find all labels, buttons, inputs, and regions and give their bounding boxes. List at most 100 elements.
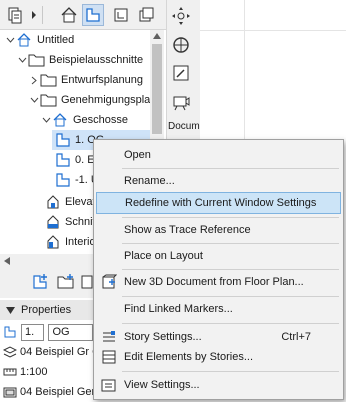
menu-item-shortcut: Ctrl+7 — [281, 331, 311, 343]
folder-icon — [28, 52, 46, 68]
menu-item-view-settings[interactable]: View Settings... — [96, 374, 341, 396]
sphere-icon — [173, 37, 189, 53]
layout-book-icon — [114, 8, 128, 22]
floor-plan-icon — [54, 132, 72, 148]
menu-item-open[interactable]: Open — [96, 144, 341, 166]
tree-item-label: Schnit — [65, 216, 96, 228]
view-map-icon — [86, 8, 100, 22]
interior-elevation-icon — [44, 234, 62, 250]
canvas-area — [200, 0, 346, 140]
tree-item-geschosse[interactable]: Geschosse — [40, 110, 128, 130]
new-3d-document-icon — [101, 274, 117, 290]
publisher-sets-icon — [139, 7, 154, 22]
menu-item-rename[interactable]: Rename... — [96, 170, 341, 192]
tree-item-genehmigungsplanung[interactable]: Genehmigungsplan — [28, 90, 150, 110]
model-view-value: 04 Beispiel Gene — [20, 386, 93, 398]
menu-item-label: Find Linked Markers... — [124, 303, 233, 315]
tree-item-interior[interactable]: Interio — [40, 232, 96, 252]
menu-item-edit-elements-by-stories[interactable]: Edit Elements by Stories... — [96, 346, 341, 368]
tree-item-label: Geschosse — [73, 114, 129, 126]
scale-icon — [3, 365, 17, 379]
scale-row[interactable]: 1:100 — [0, 362, 93, 382]
object-tool-button[interactable] — [168, 32, 194, 58]
story-name-field[interactable]: OG — [48, 323, 93, 341]
story-number-value: 1. — [25, 326, 35, 338]
tree-item-root[interactable]: Untitled — [4, 30, 74, 50]
tree-item-sections[interactable]: Schnit — [40, 212, 96, 232]
house-icon — [61, 7, 77, 23]
expand-toggle-icon[interactable] — [28, 96, 40, 105]
menu-item-story-settings[interactable]: Story Settings... Ctrl+7 — [96, 326, 341, 348]
menu-separator — [122, 323, 339, 324]
story-number-field[interactable]: 1. — [21, 323, 45, 341]
tree-item-elevations[interactable]: Elevat — [40, 192, 96, 212]
model-view-row[interactable]: 04 Beispiel Gene — [0, 382, 93, 402]
menu-item-label: Edit Elements by Stories... — [124, 351, 253, 363]
tree-item-entwurfsplanung[interactable]: Entwurfsplanung — [28, 70, 143, 90]
expand-toggle-icon[interactable] — [4, 36, 16, 45]
pencil-icon — [173, 65, 189, 81]
new-folder-icon — [57, 274, 74, 289]
camera-icon — [173, 96, 190, 111]
properties-header[interactable]: Properties — [0, 300, 93, 320]
folder-icon — [40, 92, 58, 108]
collapse-triangle-icon[interactable] — [6, 306, 15, 314]
collapsed-toggle-icon[interactable] — [28, 76, 40, 85]
expand-toggle-icon[interactable] — [16, 56, 28, 65]
menu-item-label: Rename... — [124, 175, 175, 187]
section-icon — [44, 214, 62, 230]
menu-item-label: Redefine with Current Window Settings — [125, 197, 317, 209]
view-tools-button[interactable] — [80, 272, 94, 292]
menu-item-find-linked-markers[interactable]: Find Linked Markers... — [96, 298, 341, 320]
scroll-left-arrow-icon[interactable] — [4, 257, 10, 265]
new-folder-button[interactable] — [56, 272, 76, 292]
tree-item-label: Untitled — [37, 34, 75, 46]
layout-book-button[interactable] — [110, 4, 132, 26]
expand-toggle-icon[interactable] — [40, 116, 52, 125]
document-tab[interactable]: Docum — [166, 116, 200, 136]
new-view-button[interactable] — [30, 272, 50, 292]
menu-separator — [122, 371, 339, 372]
tree-item-story-minus1ug[interactable]: -1. U — [52, 170, 99, 190]
tree-item-label: Elevat — [65, 196, 96, 208]
tree-item-label: Genehmigungsplan — [61, 94, 150, 106]
navigator-menu-button[interactable] — [4, 4, 26, 26]
menu-item-label: View Settings... — [124, 379, 200, 391]
floor-plan-icon — [54, 172, 72, 188]
document-tab-label: Docum — [168, 120, 200, 132]
tree-item-story-0eg[interactable]: 0. E — [52, 150, 95, 170]
model-view-icon — [3, 385, 17, 399]
view-map-button[interactable] — [82, 4, 104, 26]
scrollbar-thumb[interactable] — [152, 44, 162, 134]
elevation-icon — [44, 194, 62, 210]
project-map-button[interactable] — [58, 4, 80, 26]
menu-separator — [122, 168, 339, 169]
publisher-sets-button[interactable] — [136, 4, 158, 26]
layer-combination-value: 04 Beispiel Gr G — [20, 346, 93, 358]
menu-item-trace-reference[interactable]: Show as Trace Reference — [96, 219, 341, 241]
navigator-menu-icon — [8, 7, 22, 24]
move-arrows-icon — [172, 7, 190, 25]
view-tools-icon — [81, 275, 93, 289]
camera-tool-button[interactable] — [168, 88, 194, 114]
scroll-up-arrow-icon[interactable] — [153, 33, 161, 39]
toolbar-chevron-icon[interactable] — [30, 10, 38, 20]
scale-value: 1:100 — [20, 366, 48, 378]
menu-item-place-on-layout[interactable]: Place on Layout — [96, 245, 341, 267]
grid-line — [200, 30, 346, 31]
menu-item-new-3d-document[interactable]: New 3D Document from Floor Plan... — [96, 271, 341, 293]
menu-separator — [122, 217, 339, 218]
navigate-tool-button[interactable] — [168, 3, 194, 29]
grid-line — [244, 0, 245, 140]
tree-item-beispielausschnitte[interactable]: Beispielausschnitte — [16, 50, 143, 70]
menu-separator — [122, 243, 339, 244]
menu-item-redefine[interactable]: Redefine with Current Window Settings — [96, 192, 341, 214]
drawing-tool-button[interactable] — [168, 60, 194, 86]
layer-combination-row[interactable]: 04 Beispiel Gr G — [0, 342, 93, 362]
story-selector-row: 1. OG — [0, 322, 93, 342]
story-settings-icon — [101, 329, 117, 345]
view-settings-icon — [101, 377, 117, 393]
menu-item-label: Place on Layout — [124, 250, 203, 262]
story-icon — [3, 325, 17, 339]
story-name-value: OG — [52, 326, 70, 338]
